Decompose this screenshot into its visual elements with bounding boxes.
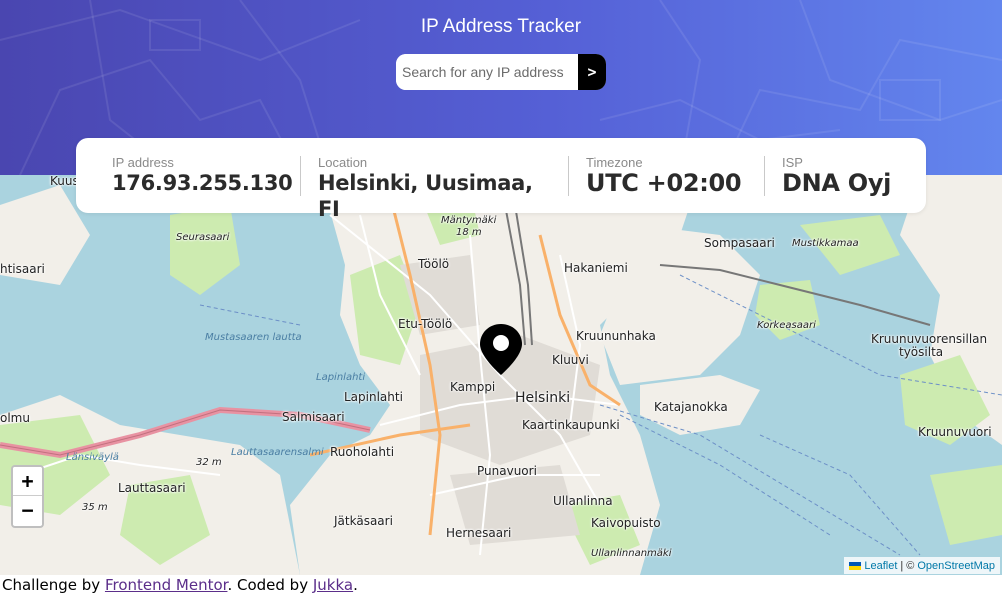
map-label: Lauttasaarensalmi	[231, 447, 324, 458]
map-label: Katajanokka	[654, 400, 728, 414]
zoom-control: + −	[11, 465, 44, 528]
location-label: Location	[318, 154, 368, 170]
isp-block: ISP DNA Oyj	[764, 154, 924, 197]
zoom-out-button[interactable]: −	[13, 496, 42, 525]
map-label: Kluuvi	[552, 353, 589, 367]
map-label: Kruunuvuorensillan	[871, 332, 988, 346]
timezone-label: Timezone	[586, 154, 643, 170]
map-label: Jätkäsaari	[334, 514, 393, 528]
ip-info-card: IP address 176.93.255.130 Location Helsi…	[76, 138, 926, 221]
map-label: Töölö	[418, 257, 450, 271]
timezone-value: UTC +02:00	[586, 168, 742, 197]
ip-address-value: 176.93.255.130	[112, 170, 293, 195]
map-label: Ullanlinnanmäki	[591, 548, 672, 559]
search-form: >	[396, 54, 606, 90]
map-label: htisaari	[0, 262, 45, 276]
map-label: työsilta	[899, 345, 944, 359]
map-label: 18 m	[456, 227, 482, 238]
map-label: 35 m	[82, 502, 108, 513]
zoom-in-button[interactable]: +	[13, 467, 42, 496]
map-label: Ruoholahti	[330, 445, 395, 459]
page-title: IP Address Tracker	[420, 16, 582, 37]
frontend-mentor-link[interactable]: Frontend Mentor	[105, 576, 228, 594]
map-label: Punavuori	[477, 464, 537, 478]
location-pin-icon[interactable]	[478, 322, 524, 378]
map-label: Mustikkamaa	[792, 238, 859, 249]
author-link[interactable]: Jukka	[313, 576, 353, 594]
search-input[interactable]	[396, 54, 578, 90]
footer-middle: . Coded by	[227, 576, 309, 594]
map-attribution: Leaflet | © OpenStreetMap	[844, 557, 1000, 574]
map-label: Kamppi	[450, 380, 496, 394]
map-label: Hernesaari	[446, 526, 512, 540]
footer-suffix: .	[353, 576, 358, 594]
location-value: Helsinki, Uusimaa, FI	[318, 170, 533, 221]
map-label: Länsiväylä	[66, 452, 119, 463]
ukraine-flag-icon	[849, 561, 862, 570]
map-label: Lauttasaari	[118, 481, 186, 495]
timezone-block: Timezone UTC +02:00	[568, 154, 764, 197]
map-label: olmu	[0, 411, 30, 425]
map-label: Lapinlahti	[316, 372, 366, 383]
location-block: Location Helsinki, Uusimaa, FI	[300, 154, 568, 221]
footer-attribution: Challenge by Frontend Mentor. Coded by J…	[2, 575, 358, 595]
footer-prefix: Challenge by	[2, 576, 101, 594]
map-label: Korkeasaari	[757, 320, 816, 331]
isp-label: ISP	[782, 154, 803, 170]
isp-value: DNA Oyj	[782, 168, 892, 197]
map-label: Kruununhaka	[576, 329, 656, 343]
map-label: Kuus	[50, 175, 79, 188]
openstreetmap-link[interactable]: OpenStreetMap	[917, 560, 995, 572]
attribution-copyright: ©	[906, 559, 915, 572]
map-label: Mustasaaren lautta	[205, 332, 302, 343]
leaflet-link[interactable]: Leaflet	[864, 560, 897, 572]
map-label: Hakaniemi	[564, 261, 628, 275]
map-label: Sompasaari	[704, 236, 775, 250]
map-label: Etu-Töölö	[398, 317, 453, 331]
map-label: Kaartinkaupunki	[522, 418, 620, 432]
map-label: Ullanlinna	[553, 494, 613, 508]
attribution-separator: |	[900, 559, 904, 572]
ip-address-label: IP address	[112, 154, 174, 170]
map-label: 32 m	[196, 457, 222, 468]
map-label: Helsinki	[515, 390, 571, 406]
ip-address-block: IP address 176.93.255.130	[76, 154, 300, 196]
map-label: Kaivopuisto	[591, 516, 661, 530]
map-label: Kruunuvuori	[918, 425, 992, 439]
search-button[interactable]: >	[578, 54, 606, 90]
map-label: Lapinlahti	[344, 390, 403, 404]
map-label: Salmisaari	[282, 410, 345, 424]
map-label: Seurasaari	[176, 232, 230, 243]
